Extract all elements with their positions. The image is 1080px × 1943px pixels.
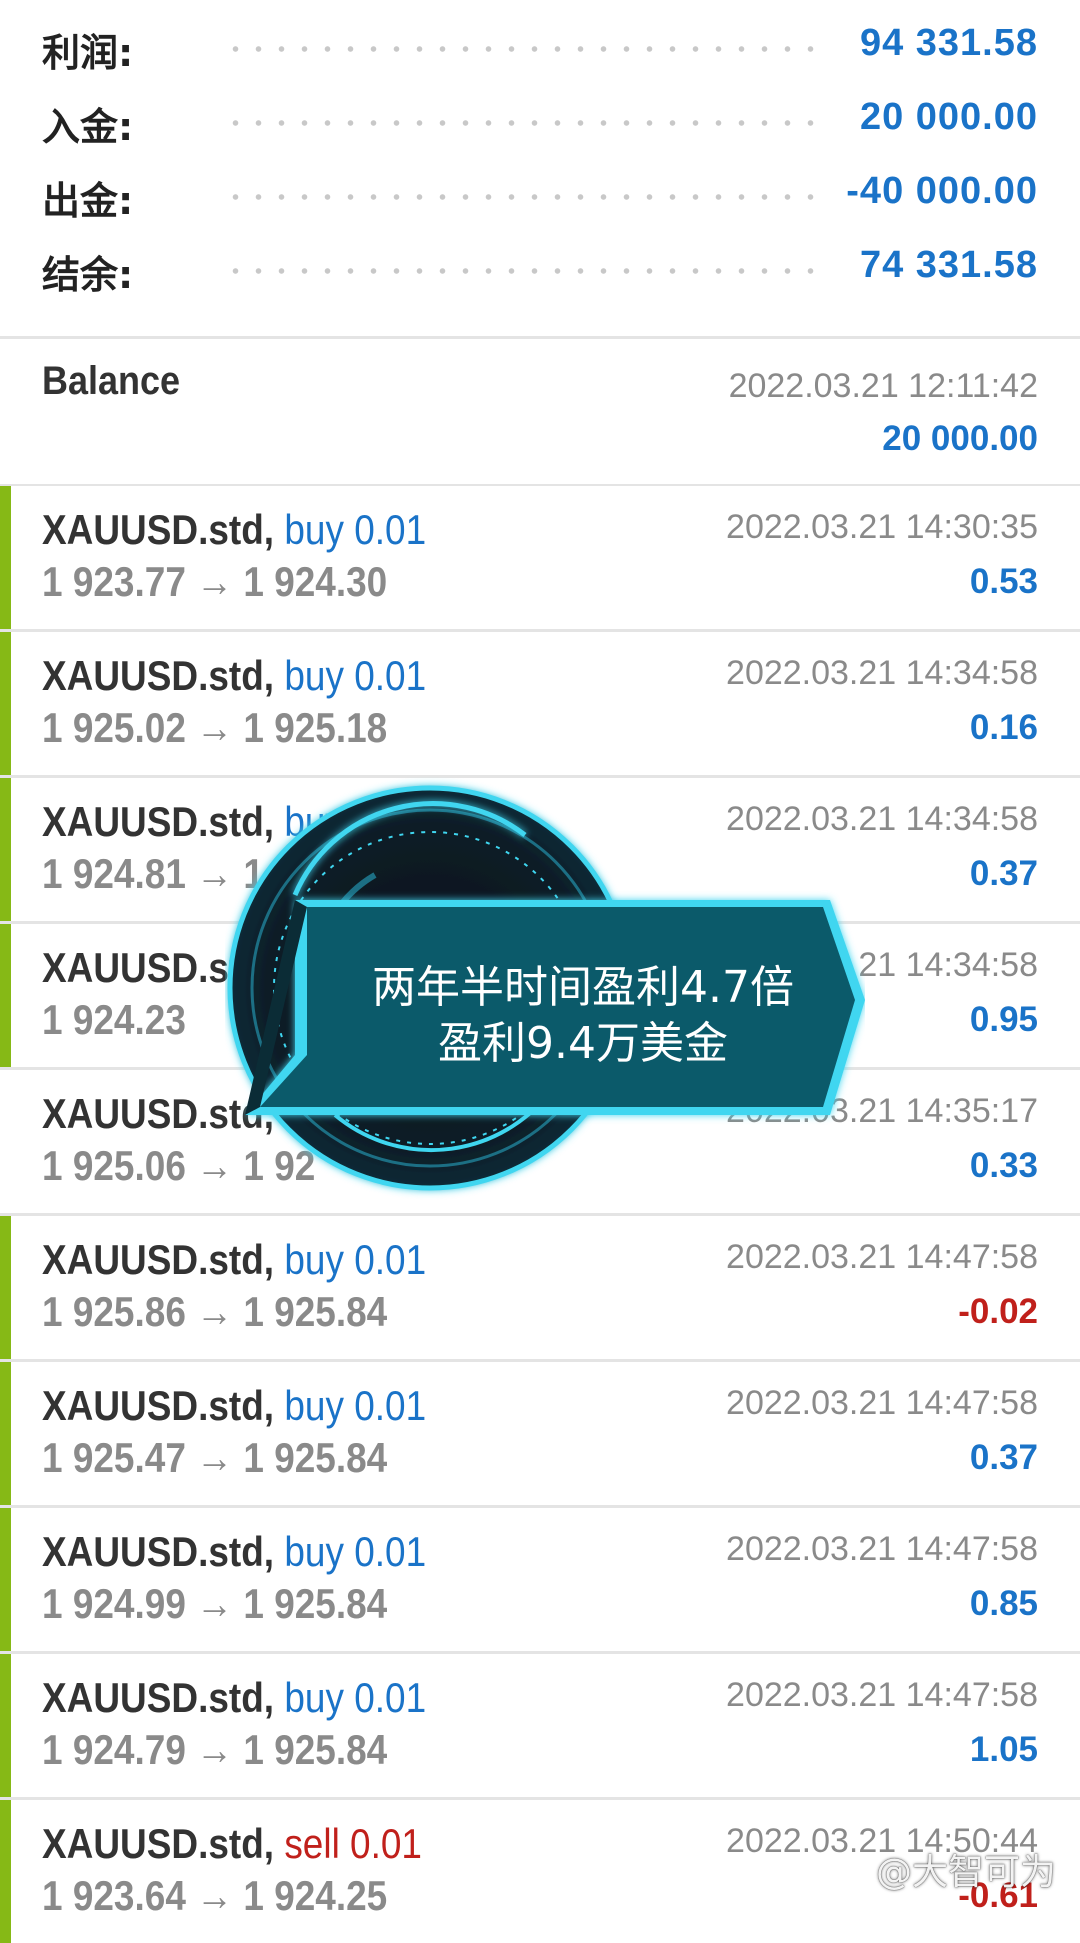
- trade-symbol: XAUUSD.std, buy 0.01: [42, 1528, 427, 1575]
- trade-direction-bar: [0, 778, 11, 921]
- trade-symbol: XAUUSD.std, buy 0.01: [42, 506, 427, 553]
- promo-line-1: 两年半时间盈利4.7倍: [372, 962, 794, 1013]
- trade-direction-bar: [0, 486, 11, 629]
- summary-row-deposit: 入金: 20 000.00: [0, 82, 1080, 156]
- dot-leader: [224, 194, 824, 200]
- trade-prices: 1 923.64 → 1 924.25: [42, 1872, 388, 1919]
- profit-label: 利润:: [42, 31, 134, 75]
- trade-profit: 0.16: [969, 708, 1038, 747]
- trade-profit: 1.05: [969, 1730, 1038, 1769]
- trade-row[interactable]: XAUUSD.std, buy 0.01 1 925.86 → 1 925.84…: [0, 1216, 1080, 1362]
- trade-symbol: XAUUSD.std, buy 0.01: [42, 1382, 427, 1429]
- trade-direction-bar: [0, 632, 11, 775]
- trade-profit: 0.53: [969, 562, 1038, 601]
- trade-direction-bar: [0, 1800, 11, 1943]
- trade-profit: 0.33: [969, 1146, 1038, 1185]
- trade-profit: 0.85: [969, 1584, 1038, 1623]
- trade-prices: 1 925.86 → 1 925.84: [42, 1288, 388, 1335]
- trade-symbol: XAUUSD.std, sell 0.01: [42, 1820, 422, 1867]
- trade-symbol: XAUUSD.std, buy 0.01: [42, 652, 427, 699]
- deposit-label: 入金:: [42, 105, 134, 149]
- trade-time: 2022.03.21 14:47:58: [726, 1676, 1038, 1714]
- trade-profit: 0.37: [969, 1438, 1038, 1477]
- trade-row[interactable]: XAUUSD.std, buy 0.01 1 925.47 → 1 925.84…: [0, 1362, 1080, 1508]
- balance-label: 结余:: [42, 253, 134, 297]
- profit-value: 94 331.58: [859, 22, 1038, 64]
- trade-time: 2022.03.21 14:47:58: [726, 1530, 1038, 1568]
- trade-direction-bar: [0, 1216, 11, 1359]
- trade-row[interactable]: XAUUSD.std, buy 0.01 1 924.99 → 1 925.84…: [0, 1508, 1080, 1654]
- trade-profit: -0.02: [958, 1292, 1038, 1331]
- trade-time: 2022.03.21 14:47:58: [726, 1384, 1038, 1422]
- balance-entry-time: 2022.03.21 12:11:42: [728, 367, 1038, 405]
- withdrawal-label: 出金:: [42, 179, 134, 223]
- trade-profit: 0.95: [969, 1000, 1038, 1039]
- trade-direction-bar: [0, 1654, 11, 1797]
- promo-line-2: 盈利9.4万美金: [438, 1018, 728, 1069]
- trade-profit: 0.37: [969, 854, 1038, 893]
- balance-entry[interactable]: Balance 2022.03.21 12:11:42 20 000.00: [0, 339, 1080, 484]
- balance-value: 74 331.58: [859, 244, 1038, 286]
- trade-symbol: XAUUSD.std, buy 0.01: [42, 1236, 427, 1283]
- trade-symbol: XAUUSD.std, buy 0.01: [42, 1674, 427, 1721]
- trade-prices: 1 923.77 → 1 924.30: [42, 558, 388, 605]
- watermark: @大智可为: [875, 1852, 1056, 1893]
- trade-row[interactable]: XAUUSD.std, buy 0.01 1 923.77 → 1 924.30…: [0, 486, 1080, 632]
- trade-prices: 1 925.02 → 1 925.18: [42, 704, 388, 751]
- trade-time: 2022.03.21 14:30:35: [726, 508, 1038, 546]
- trade-prices: 1 924.23: [42, 996, 186, 1043]
- dot-leader: [224, 268, 824, 274]
- trade-prices: 1 925.47 → 1 925.84: [42, 1434, 388, 1481]
- trade-time: 2022.03.21 14:34:58: [726, 654, 1038, 692]
- trade-prices: 1 924.99 → 1 925.84: [42, 1580, 388, 1627]
- dot-leader: [224, 46, 824, 52]
- trade-direction-bar: [0, 1508, 11, 1651]
- balance-entry-amount: 20 000.00: [882, 419, 1038, 458]
- deposit-value: 20 000.00: [859, 96, 1038, 138]
- summary-row-balance: 结余: 74 331.58: [0, 230, 1080, 304]
- trade-direction: buy 0.01: [284, 652, 427, 699]
- trade-direction: buy 0.01: [284, 1236, 427, 1283]
- summary-row-withdrawal: 出金: -40 000.00: [0, 156, 1080, 230]
- trade-direction: buy 0.01: [284, 1382, 427, 1429]
- promo-overlay: 两年半时间盈利4.7倍 盈利9.4万美金: [225, 755, 865, 1225]
- trade-direction-bar: [0, 1362, 11, 1505]
- summary-row-profit: 利润: 94 331.58: [0, 8, 1080, 82]
- trade-time: 2022.03.21 14:47:58: [726, 1238, 1038, 1276]
- trade-direction: sell 0.01: [284, 1820, 422, 1867]
- balance-entry-title: Balance: [42, 359, 181, 403]
- trade-prices: 1 924.79 → 1 925.84: [42, 1726, 388, 1773]
- trade-direction: buy 0.01: [284, 1528, 427, 1575]
- account-summary: 利润: 94 331.58 入金: 20 000.00 出金: -40 000.…: [0, 0, 1080, 336]
- dot-leader: [224, 120, 824, 126]
- trade-direction: buy 0.01: [284, 1674, 427, 1721]
- trade-row[interactable]: XAUUSD.std, buy 0.01 1 924.79 → 1 925.84…: [0, 1654, 1080, 1800]
- withdrawal-value: -40 000.00: [846, 170, 1038, 212]
- trade-direction-bar: [0, 924, 11, 1067]
- trade-direction: buy 0.01: [284, 506, 427, 553]
